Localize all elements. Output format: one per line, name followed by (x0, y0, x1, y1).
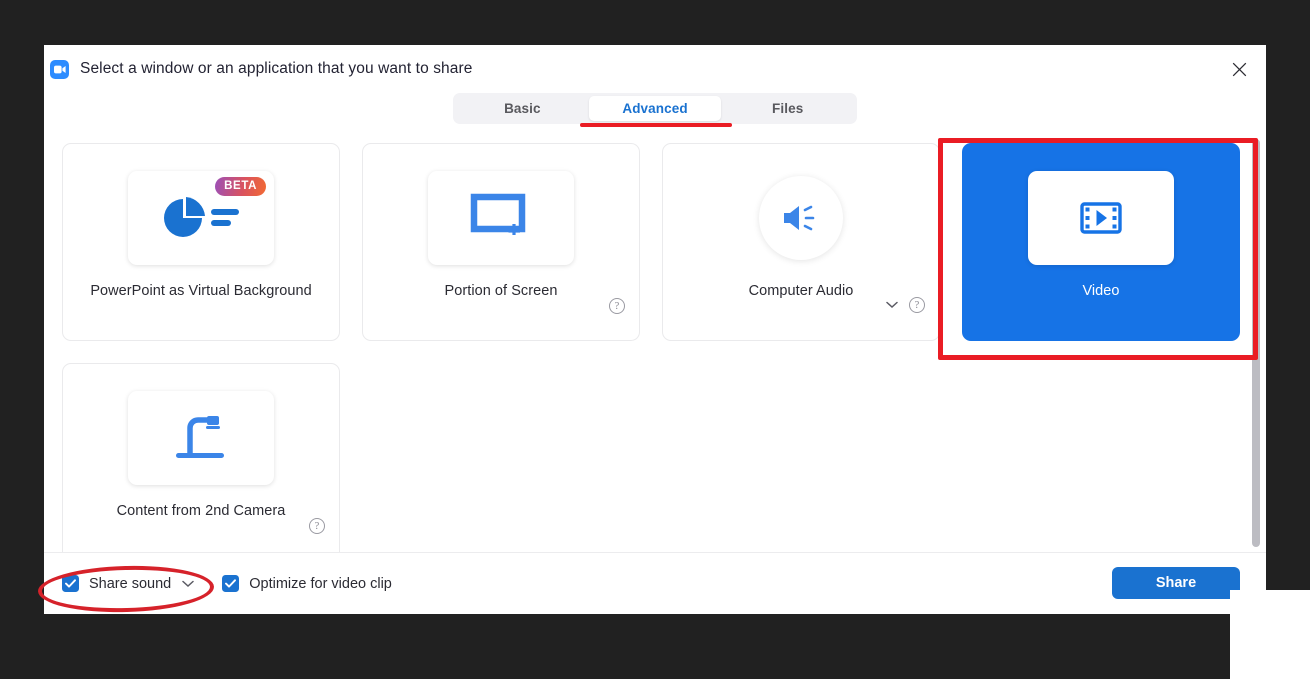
share-option-label: Portion of Screen (444, 283, 558, 299)
share-option-label: Content from 2nd Camera (116, 503, 286, 519)
zoom-video-logo-icon (50, 59, 69, 79)
share-screen-dialog: Select a window or an application that y… (44, 45, 1266, 614)
tab-basic[interactable]: Basic (456, 96, 589, 121)
help-icon[interactable]: ? (909, 297, 925, 313)
share-options-content: BETA PowerPoint as Virtual Background Po… (44, 135, 1266, 552)
help-icon[interactable]: ? (609, 298, 625, 314)
document-camera-icon (128, 391, 274, 485)
dialog-footer: Share sound Optimize for video clip Shar… (44, 552, 1266, 614)
content-scrollbar[interactable] (1252, 139, 1260, 547)
chevron-down-icon[interactable] (886, 296, 898, 314)
share-option-label: Computer Audio (748, 283, 854, 299)
dialog-title: Select a window or an application that y… (80, 60, 473, 77)
share-sound-label: Share sound (89, 575, 172, 592)
share-option-label: PowerPoint as Virtual Background (90, 283, 312, 299)
tab-bar: Basic Advanced Files (44, 93, 1266, 135)
card-footer-icons: ? (609, 298, 625, 314)
optimize-video-checkbox[interactable] (222, 575, 240, 592)
help-icon[interactable]: ? (309, 518, 325, 534)
film-play-icon (1028, 171, 1174, 265)
share-sound-checkbox[interactable] (62, 575, 79, 592)
tab-files[interactable]: Files (721, 96, 854, 121)
optimize-video-label: Optimize for video clip (249, 575, 392, 592)
pie-chart-slide-icon: BETA (128, 171, 274, 265)
computer-audio-icon-tile (728, 171, 874, 265)
close-icon[interactable] (1222, 53, 1256, 85)
foreground-white-overlay (1230, 590, 1310, 679)
share-option-computer-audio[interactable]: Computer Audio ? (662, 143, 940, 341)
share-option-label: Video (1082, 283, 1120, 299)
chevron-down-icon[interactable] (182, 575, 194, 593)
optimize-video-group: Optimize for video clip (222, 575, 392, 592)
screen-root: Select a window or an application that y… (0, 0, 1310, 679)
beta-badge: BETA (215, 177, 266, 196)
tab-group: Basic Advanced Files (453, 93, 857, 124)
share-option-powerpoint-virtual-background[interactable]: BETA PowerPoint as Virtual Background (62, 143, 340, 341)
card-footer-icons: ? (309, 518, 325, 534)
share-option-portion-of-screen[interactable]: Portion of Screen ? (362, 143, 640, 341)
speaker-audio-icon (759, 176, 843, 260)
dialog-titlebar: Select a window or an application that y… (44, 45, 1266, 93)
annotation-tab-underline (580, 123, 732, 127)
share-option-video[interactable]: Video (962, 143, 1240, 341)
scrollbar-thumb[interactable] (1252, 139, 1260, 547)
share-button[interactable]: Share (1112, 567, 1240, 599)
share-sound-group: Share sound (62, 575, 194, 593)
screen-region-select-icon (428, 171, 574, 265)
tab-advanced[interactable]: Advanced (588, 96, 722, 121)
share-options-grid: BETA PowerPoint as Virtual Background Po… (44, 143, 1266, 552)
card-footer-icons: ? (886, 296, 925, 314)
share-option-content-from-2nd-camera[interactable]: Content from 2nd Camera ? (62, 363, 340, 552)
